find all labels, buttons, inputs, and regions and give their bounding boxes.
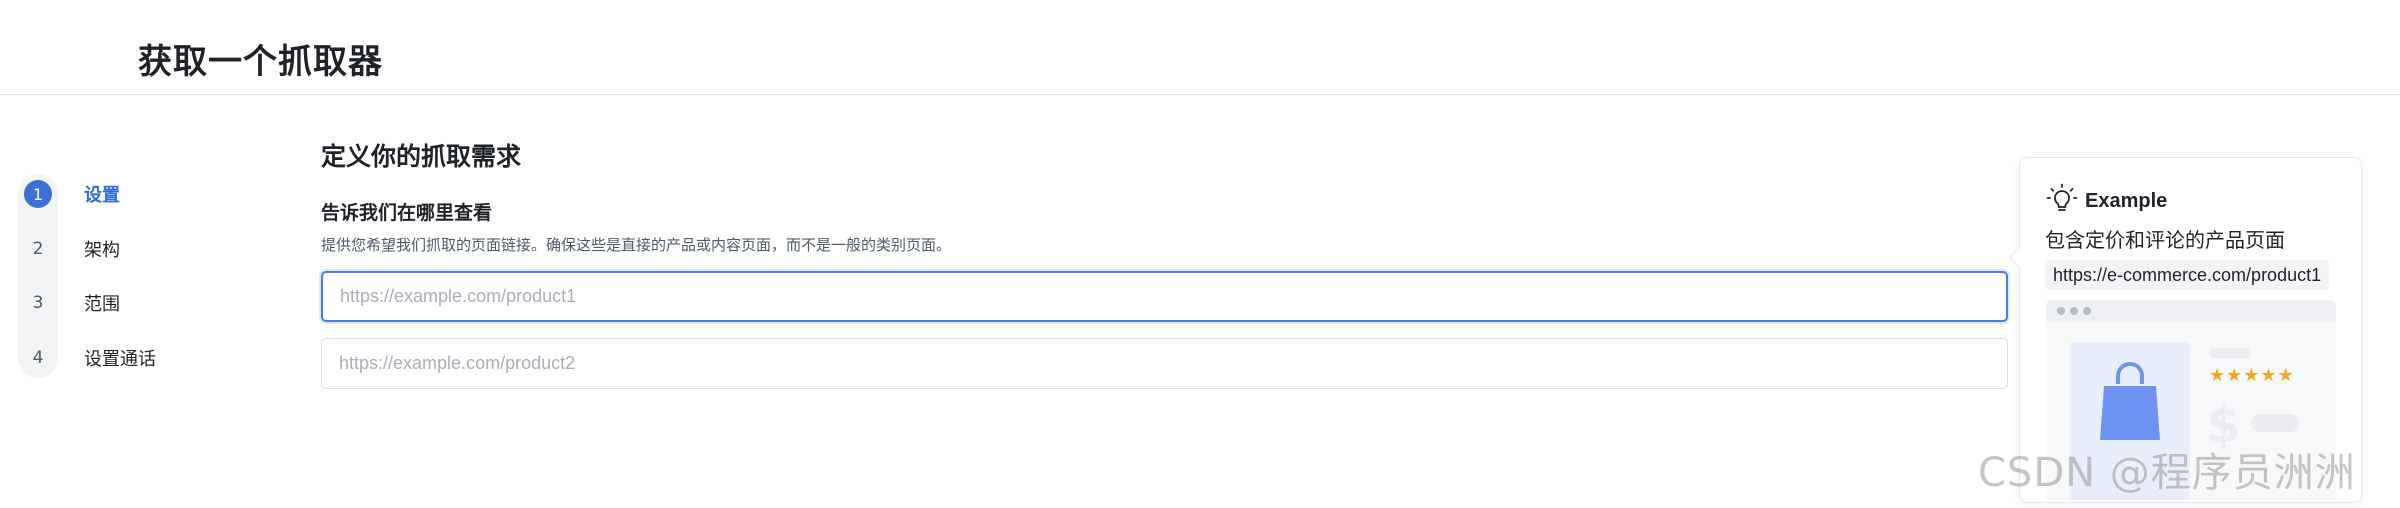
url-input-1[interactable] bbox=[321, 271, 2008, 322]
window-dot bbox=[2070, 307, 2078, 315]
price-line bbox=[2251, 414, 2299, 432]
window-dot bbox=[2083, 307, 2091, 315]
example-header: Example bbox=[2045, 182, 2167, 220]
example-description: 包含定价和评论的产品页面 bbox=[2045, 228, 2285, 252]
example-url: https://e-commerce.com/product1 bbox=[2045, 260, 2330, 290]
step-architecture[interactable]: 2 架构 bbox=[18, 229, 238, 269]
browser-bar bbox=[2046, 300, 2336, 322]
field-help-text: 提供您希望我们抓取的页面链接。确保这些是直接的产品或内容页面，而不是一般的类别页… bbox=[321, 236, 952, 254]
window-dot bbox=[2057, 307, 2065, 315]
step-number: 3 bbox=[32, 293, 44, 313]
shopping-bag-icon bbox=[2100, 362, 2160, 440]
step-number: 1 bbox=[18, 174, 58, 214]
step-number: 4 bbox=[32, 348, 44, 368]
url-input-2[interactable] bbox=[321, 338, 2008, 389]
watermark: CSDN @程序员洲洲 bbox=[1978, 450, 2356, 496]
step-number-badge: 1 bbox=[24, 180, 52, 208]
step-label: 架构 bbox=[84, 240, 120, 261]
step-scope[interactable]: 3 范围 bbox=[18, 283, 238, 323]
section-title: 定义你的抓取需求 bbox=[321, 142, 522, 171]
page: 获取一个抓取器 1 设置 2 架构 3 范围 4 设置通话 定义你的抓取需求 告… bbox=[0, 0, 2400, 508]
lightbulb-icon bbox=[2045, 182, 2079, 220]
step-setup[interactable]: 1 设置 bbox=[18, 174, 238, 214]
step-label: 设置 bbox=[84, 185, 120, 206]
step-schedule-call[interactable]: 4 设置通话 bbox=[18, 338, 238, 378]
field-title: 告诉我们在哪里查看 bbox=[321, 202, 493, 224]
example-label: Example bbox=[2085, 189, 2168, 212]
page-title: 获取一个抓取器 bbox=[138, 42, 383, 82]
rating-stars: ★★★★★ bbox=[2209, 365, 2295, 386]
page-header: 获取一个抓取器 bbox=[0, 0, 2400, 95]
step-label: 范围 bbox=[84, 294, 120, 315]
placeholder-line bbox=[2209, 348, 2251, 358]
step-label: 设置通话 bbox=[84, 349, 156, 370]
step-number: 2 bbox=[32, 239, 44, 259]
stepper: 1 设置 2 架构 3 范围 4 设置通话 bbox=[18, 174, 238, 384]
